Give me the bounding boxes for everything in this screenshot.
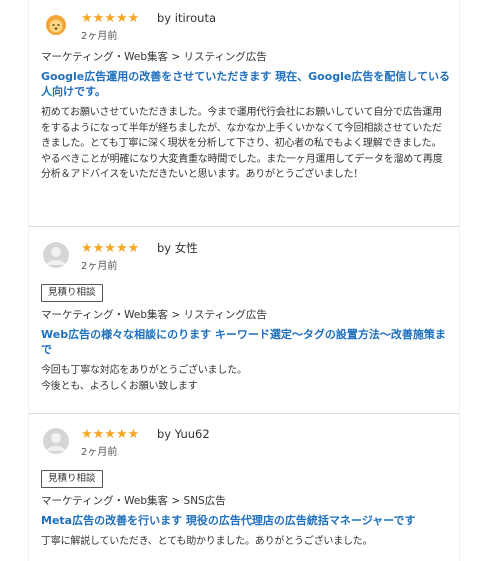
star-rating: ★★★★★ — [81, 241, 140, 256]
review-item: ★★★★★ by itirouta 2ヶ月前 マーケティング・Web集客 > リ… — [29, 8, 459, 183]
service-title-link[interactable]: Web広告の様々な相談にのります キーワード選定〜タグの設置方法〜改善施策まで — [41, 327, 453, 357]
default-user-avatar-icon[interactable] — [43, 428, 69, 454]
review-date: 2ヶ月前 — [81, 447, 118, 458]
review-list: ★★★★★ by itirouta 2ヶ月前 マーケティング・Web集客 > リ… — [28, 0, 460, 561]
default-user-avatar-icon[interactable] — [43, 242, 69, 268]
review-date: 2ヶ月前 — [81, 31, 118, 42]
review-category: マーケティング・Web集客 > SNS広告 — [41, 495, 226, 507]
divider — [29, 413, 459, 414]
star-rating: ★★★★★ — [81, 11, 140, 26]
estimate-badge: 見積り相談 — [41, 284, 103, 302]
review-body: 今回も丁寧な対応をありがとうございました。 今後とも、よろしくお願い致します — [41, 363, 449, 394]
review-item: ★★★★★ by 女性 2ヶ月前 見積り相談 マーケティング・Web集客 > リ… — [29, 238, 459, 394]
reviewer-name: by 女性 — [157, 241, 198, 255]
review-header: ★★★★★ by Yuu62 2ヶ月前 — [41, 424, 459, 466]
lion-avatar-icon[interactable] — [43, 12, 69, 38]
review-body: 丁寧に解説していただき、とても助かりました。ありがとうございました。 — [41, 536, 373, 547]
service-title-link[interactable]: Meta広告の改善を行います 現役の広告代理店の広告統括マネージャーです — [41, 513, 453, 528]
review-body-line: 今回も丁寧な対応をありがとうございました。 — [41, 365, 247, 376]
review-category: マーケティング・Web集客 > リスティング広告 — [41, 309, 267, 321]
review-category: マーケティング・Web集客 > リスティング広告 — [41, 51, 267, 63]
reviewer-name: by Yuu62 — [157, 427, 210, 441]
review-date: 2ヶ月前 — [81, 261, 118, 272]
review-body: 初めてお願いさせていただきました。今まで運用代行会社にお願いしていて自分で広告運… — [41, 107, 443, 180]
review-header: ★★★★★ by 女性 2ヶ月前 — [41, 238, 459, 280]
service-title-link[interactable]: Google広告運用の改善をさせていただきます 現在、Google広告を配信して… — [41, 69, 453, 99]
review-item: ★★★★★ by Yuu62 2ヶ月前 見積り相談 マーケティング・Web集客 … — [29, 424, 459, 550]
reviewer-name: by itirouta — [157, 11, 217, 25]
review-body-line: 今後とも、よろしくお願い致します — [41, 380, 198, 392]
star-rating: ★★★★★ — [81, 427, 140, 442]
divider — [29, 226, 459, 227]
estimate-badge: 見積り相談 — [41, 470, 103, 488]
review-header: ★★★★★ by itirouta 2ヶ月前 — [41, 8, 459, 50]
